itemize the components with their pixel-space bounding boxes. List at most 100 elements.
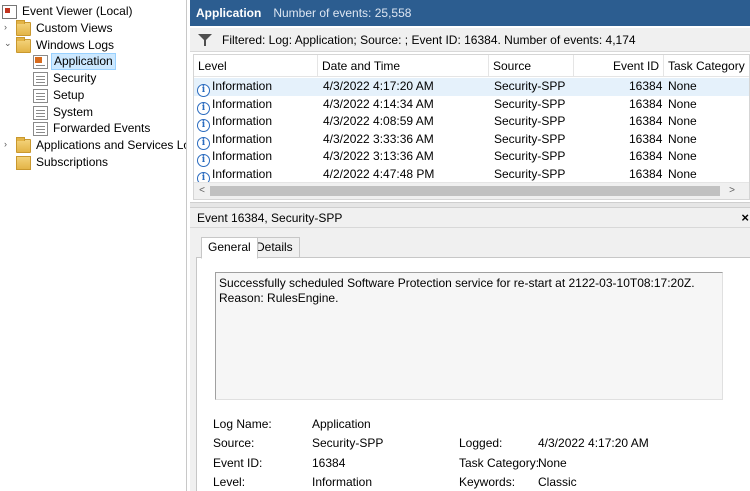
level-cell: Information (212, 96, 273, 111)
task-category-label: Task Category: (459, 456, 540, 470)
tree-item-label: Application (51, 53, 116, 70)
column-header-task-category[interactable]: Task Category (664, 55, 749, 77)
level-label: Level: (213, 475, 246, 489)
task-category-cell: None (668, 79, 697, 93)
source-value: Security-SPP (312, 436, 384, 450)
table-row[interactable]: i Information 4/2/2022 4:47:48 PM Securit… (194, 166, 749, 185)
details-header: Event 16384, Security-SPP × (190, 208, 750, 228)
tree-item-forwarded-events[interactable]: Forwarded Events (33, 120, 152, 137)
task-category-cell: None (668, 96, 697, 111)
filter-bar: Filtered: Log: Application; Source: ; Ev… (190, 28, 750, 52)
table-row[interactable]: i Information 4/3/2022 4:17:20 AM Securit… (194, 78, 749, 97)
folder-icon (16, 36, 31, 53)
filter-icon (198, 33, 212, 46)
details-pane: General Details Successfully scheduled S… (190, 228, 750, 491)
event-id-cell: 16384 (629, 114, 663, 128)
event-viewer-icon (2, 4, 17, 19)
general-tab-panel: Successfully scheduled Software Protecti… (196, 257, 750, 491)
source-label: Source: (213, 436, 255, 450)
log-header: Application Number of events: 25,558 (190, 0, 750, 26)
table-row[interactable]: i Information 4/3/2022 4:14:34 AM Securit… (194, 96, 749, 115)
subscriptions-icon (16, 155, 31, 170)
task-category-cell: None (668, 166, 697, 181)
level-cell: Information (212, 131, 273, 146)
level-cell: Information (212, 149, 273, 163)
table-row[interactable]: i Information 4/3/2022 3:13:36 AM Securit… (194, 148, 749, 167)
event-id-cell: 16384 (629, 149, 663, 163)
level-cell: Information (212, 114, 273, 128)
navigation-tree: Event Viewer (Local) › Custom Views ⌄ Wi… (0, 0, 187, 491)
tree-item-label: Security (53, 71, 97, 85)
source-cell: Security-SPP (494, 149, 566, 163)
horizontal-scrollbar[interactable]: < > (194, 182, 749, 199)
filter-text: Filtered: Log: Application; Source: ; Ev… (222, 32, 636, 47)
date-cell: 4/3/2022 4:08:59 AM (323, 114, 434, 128)
collapse-arrow-icon[interactable]: ⌄ (4, 39, 12, 48)
tree-item-label: Forwarded Events (53, 121, 151, 135)
event-id-value: 16384 (312, 456, 346, 470)
scroll-left-icon[interactable]: < (195, 184, 209, 198)
folder-icon (16, 19, 31, 36)
tree-item-application[interactable]: Application (33, 53, 116, 70)
date-cell: 4/3/2022 3:13:36 AM (323, 149, 434, 163)
tree-item-setup[interactable]: Setup (33, 87, 86, 104)
log-icon (33, 88, 48, 103)
log-icon (33, 71, 48, 86)
grid-header: Level Date and Time Source Event ID Task… (194, 55, 749, 77)
tree-item-windows-logs[interactable]: Windows Logs (16, 36, 116, 54)
source-cell: Security-SPP (494, 114, 566, 128)
tree-item-event-viewer[interactable]: Event Viewer (Local) (2, 3, 135, 20)
scroll-right-icon[interactable]: > (725, 184, 739, 198)
log-icon (33, 121, 48, 136)
event-id-cell: 16384 (629, 79, 663, 93)
tree-item-label: Event Viewer (Local) (22, 4, 133, 18)
source-cell: Security-SPP (494, 131, 566, 146)
task-category-cell: None (668, 149, 697, 163)
table-row[interactable]: i Information 4/3/2022 4:08:59 AM Securit… (194, 113, 749, 132)
event-message[interactable]: Successfully scheduled Software Protecti… (215, 272, 723, 400)
level-cell: Information (212, 79, 273, 93)
task-category-cell: None (668, 131, 697, 146)
application-log-icon (33, 54, 48, 69)
column-header-event-id[interactable]: Event ID (574, 55, 664, 77)
log-title: Application (196, 6, 262, 20)
expand-arrow-icon[interactable]: › (4, 23, 12, 32)
task-category-value: None (538, 456, 567, 470)
tree-item-system[interactable]: System (33, 104, 95, 121)
column-header-date[interactable]: Date and Time (318, 55, 489, 77)
event-id-cell: 16384 (629, 96, 663, 111)
tree-item-label: System (53, 105, 94, 119)
tree-item-subscriptions[interactable]: Subscriptions (16, 154, 110, 171)
task-category-cell: None (668, 114, 697, 128)
date-cell: 4/3/2022 4:14:34 AM (323, 96, 434, 111)
source-cell: Security-SPP (494, 96, 566, 111)
logged-label: Logged: (459, 436, 503, 450)
tree-item-label: Setup (53, 88, 85, 102)
column-header-source[interactable]: Source (489, 55, 574, 77)
log-icon (33, 105, 48, 120)
date-cell: 4/2/2022 4:47:48 PM (323, 166, 435, 181)
source-cell: Security-SPP (494, 166, 566, 181)
level-cell: Information (212, 166, 273, 181)
events-grid: Level Date and Time Source Event ID Task… (193, 54, 750, 200)
close-icon[interactable]: × (741, 208, 749, 228)
tree-item-label: Windows Logs (36, 38, 115, 52)
event-id-cell: 16384 (629, 131, 663, 146)
scrollbar-thumb[interactable] (210, 186, 720, 196)
event-count: Number of events: 25,558 (273, 6, 412, 20)
level-value: Information (312, 475, 373, 489)
tree-item-applications-services-logs[interactable]: Applications and Services Logs (16, 136, 187, 154)
table-row[interactable]: i Information 4/3/2022 3:33:36 AM Securit… (194, 131, 749, 150)
logged-value: 4/3/2022 4:17:20 AM (538, 436, 649, 450)
column-header-level[interactable]: Level (194, 55, 318, 77)
tree-item-label: Applications and Services Logs (36, 138, 187, 152)
tree-item-custom-views[interactable]: Custom Views (16, 19, 114, 37)
log-name-value: Application (312, 417, 371, 431)
tree-item-label: Subscriptions (36, 155, 109, 169)
tree-item-security[interactable]: Security (33, 70, 98, 87)
tab-general[interactable]: General (201, 237, 258, 259)
keywords-label: Keywords: (459, 475, 516, 489)
keywords-value: Classic (538, 475, 577, 489)
main-pane: Application Number of events: 25,558 Fil… (190, 0, 750, 491)
expand-arrow-icon[interactable]: › (4, 140, 12, 149)
